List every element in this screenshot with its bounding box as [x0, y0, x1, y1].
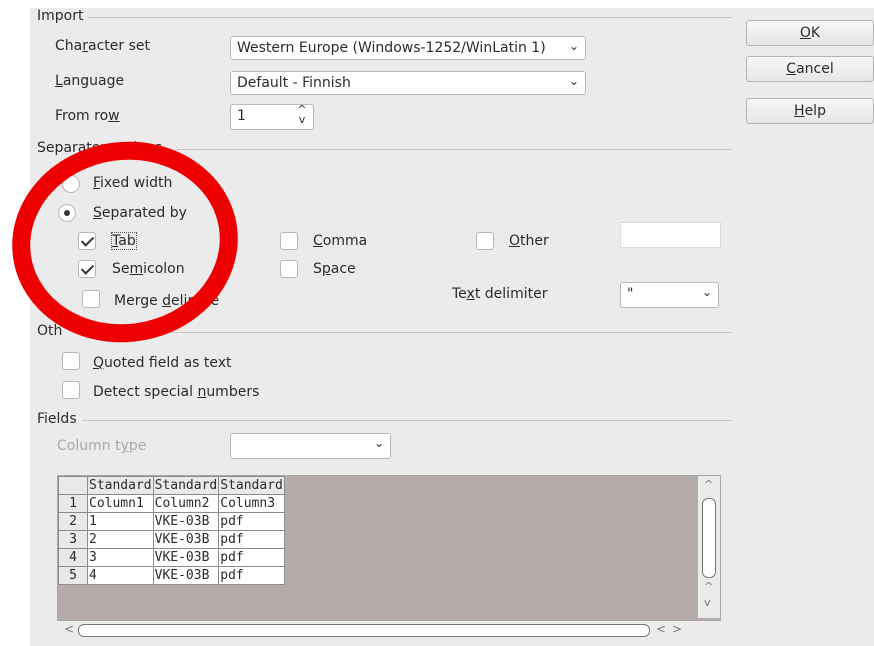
table-cell: pdf: [218, 512, 285, 531]
horizontal-scroll-thumb[interactable]: [78, 624, 650, 637]
from-row-label: From row: [55, 108, 120, 124]
language-label: Language: [55, 73, 125, 89]
text-delimiter-select[interactable]: " ⌄: [620, 282, 719, 308]
table-cell: pdf: [218, 566, 285, 585]
other-label: Other: [509, 233, 549, 249]
table-cell: VKE-03B: [152, 566, 220, 585]
ok-button[interactable]: OK: [746, 20, 874, 46]
fields-section-title: Fields: [37, 411, 77, 427]
detect-numbers-checkbox[interactable]: [62, 381, 80, 399]
scroll-down-icon[interactable]: v: [704, 596, 711, 609]
text-delimiter-value: ": [627, 286, 634, 302]
table-row: 1 Column1 Column2 Column3: [58, 494, 285, 513]
comma-label: Comma: [313, 233, 368, 249]
column-type-label: Column type: [57, 438, 147, 454]
table-cell: 3: [87, 548, 154, 567]
row-number: 2: [58, 512, 88, 531]
detect-numbers-label: Detect special numbers: [93, 384, 260, 400]
row-number: 3: [58, 530, 88, 549]
quoted-field-label: Quoted field as text: [93, 355, 232, 371]
preview-table: Standard Standard Standard 1 Column1 Col…: [58, 476, 285, 585]
column-type-header[interactable]: Standard: [218, 476, 285, 495]
chevron-down-icon: ⌄: [701, 285, 712, 299]
row-number: 5: [58, 566, 88, 585]
table-cell: Column2: [152, 494, 220, 513]
charset-label: Character set: [55, 38, 150, 54]
table-row: 5 4 VKE-03B pdf: [58, 566, 285, 585]
import-section-title: Import: [37, 8, 84, 24]
row-number: 1: [58, 494, 88, 513]
table-row: 2 1 VKE-03B pdf: [58, 512, 285, 531]
from-row-value: 1: [237, 108, 246, 124]
scroll-up-icon[interactable]: ^: [704, 580, 713, 593]
table-cell: Column1: [87, 494, 154, 513]
chevron-down-icon: ⌄: [568, 74, 579, 88]
table-header-row: Standard Standard Standard: [58, 476, 285, 495]
table-cell: 4: [87, 566, 154, 585]
other-separator-input[interactable]: [620, 222, 721, 248]
chevron-down-icon: ⌄: [568, 39, 579, 53]
text-delimiter-label: Text delimiter: [452, 286, 548, 302]
fields-divider: [82, 420, 732, 421]
table-cell: VKE-03B: [152, 512, 220, 531]
space-label: Space: [313, 261, 356, 277]
table-row: 4 3 VKE-03B pdf: [58, 548, 285, 567]
column-type-select[interactable]: ⌄: [230, 433, 391, 459]
quoted-field-checkbox[interactable]: [62, 352, 80, 370]
table-cell: Column3: [218, 494, 285, 513]
row-number: 4: [58, 548, 88, 567]
table-cell: pdf: [218, 530, 285, 549]
from-row-spinbox[interactable]: 1 ^ v: [230, 104, 314, 130]
scroll-up-icon[interactable]: ^: [704, 478, 713, 491]
other-options-divider: [150, 332, 732, 333]
table-corner: [58, 476, 88, 495]
other-checkbox[interactable]: [476, 232, 494, 250]
fields-preview[interactable]: Standard Standard Standard 1 Column1 Col…: [57, 475, 721, 621]
scroll-right-icon[interactable]: >: [672, 622, 682, 636]
table-row: 3 2 VKE-03B pdf: [58, 530, 285, 549]
table-cell: VKE-03B: [152, 548, 220, 567]
language-select[interactable]: Default - Finnish ⌄: [230, 71, 586, 95]
horizontal-scrollbar[interactable]: < < >: [58, 622, 698, 640]
comma-checkbox[interactable]: [280, 232, 298, 250]
scroll-left-icon[interactable]: <: [64, 622, 74, 636]
table-cell: 2: [87, 530, 154, 549]
charset-value: Western Europe (Windows-1252/WinLatin 1): [237, 40, 546, 56]
table-cell: 1: [87, 512, 154, 531]
chevron-down-icon: ⌄: [373, 436, 384, 450]
column-type-header[interactable]: Standard: [152, 476, 220, 495]
separator-divider: [175, 149, 732, 150]
charset-select[interactable]: Western Europe (Windows-1252/WinLatin 1)…: [230, 36, 586, 60]
language-value: Default - Finnish: [237, 75, 351, 91]
column-type-header[interactable]: Standard: [87, 476, 154, 495]
table-cell: VKE-03B: [152, 530, 220, 549]
vertical-scrollbar[interactable]: ^ ^ v: [698, 476, 720, 618]
scroll-left-icon[interactable]: <: [656, 622, 666, 636]
space-checkbox[interactable]: [280, 260, 298, 278]
cancel-button[interactable]: Cancel: [746, 56, 874, 82]
table-cell: pdf: [218, 548, 285, 567]
spin-arrows-icon[interactable]: ^ v: [297, 105, 307, 125]
vertical-scroll-thumb[interactable]: [702, 498, 716, 578]
import-divider: [88, 17, 732, 18]
help-button[interactable]: Help: [746, 98, 874, 124]
